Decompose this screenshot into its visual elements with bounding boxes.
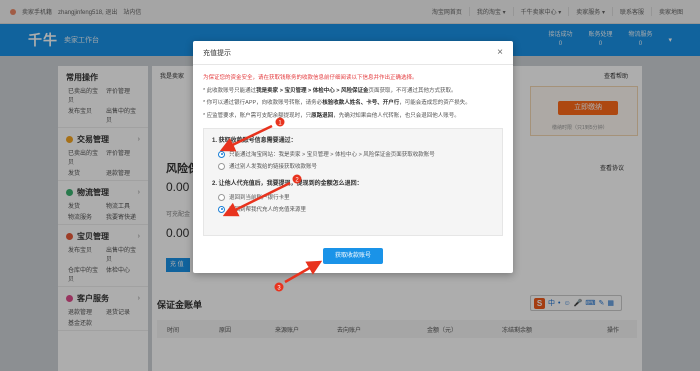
q2-option-own-card[interactable]: 退回到当前账户银行卡里 [218, 191, 494, 203]
security-warning: 为保证您的资金安全，请在获取钱账务的收款信息前仔细阅读以下信息并作出正确选择。 [203, 75, 418, 81]
dialog-title: 充值提示 [203, 49, 231, 57]
radio-selected-icon[interactable] [218, 205, 225, 213]
recharge-tip-dialog: 充值提示 × 为保证您的资金安全，请在获取钱账务的收款信息前仔细阅读以下信息并作… [193, 41, 513, 273]
q1-option-link[interactable]: 通过别人发我给的链接获取收款账号 [218, 160, 494, 172]
note-1: * 此收款账号只能通过我是卖家 > 宝贝管理 > 体检中心 > 风险保证金页面获… [203, 87, 457, 94]
note-3: * 应监管要求，账户需可支配余额提现时，只原路退回，先确对知果由他人代转账，也只… [203, 112, 460, 119]
note-2: * 你可以通过银行APP，向收款账号转账，请务必核验收款人姓名、卡号、开户行，可… [203, 100, 471, 106]
close-icon[interactable]: × [497, 47, 503, 58]
question-1: 1. 获取收款账号信息需要通过： [212, 138, 297, 144]
get-account-button[interactable]: 获取收款账号 [323, 248, 383, 264]
dialog-notes: 为保证您的资金安全，请在获取钱账务的收款信息前仔细阅读以下信息并作出正确选择。 … [193, 65, 513, 122]
q2-option-source[interactable]: 退回到帮我代充人的充值来源里 [218, 203, 494, 215]
question-2: 2. 让他人代充值后，我要提现，提现到的金额怎么退回： [212, 181, 363, 187]
radio-icon[interactable] [218, 193, 225, 201]
question-box: 1. 获取收款账号信息需要通过： 只能通过淘宝网站：我是卖家 > 宝贝管理 > … [203, 128, 503, 236]
q1-option-official[interactable]: 只能通过淘宝网站：我是卖家 > 宝贝管理 > 体检中心 > 风险保证金页面获取收… [218, 148, 494, 160]
radio-selected-icon[interactable] [218, 150, 225, 158]
radio-icon[interactable] [218, 162, 225, 170]
